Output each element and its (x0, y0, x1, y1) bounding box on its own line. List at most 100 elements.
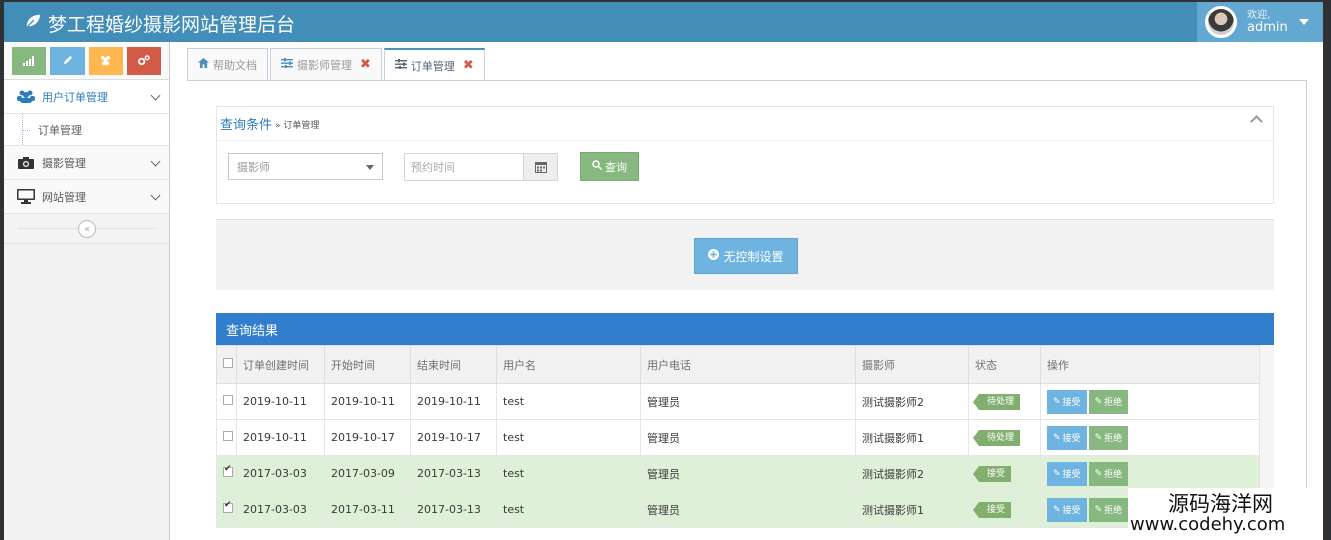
table-row[interactable]: 2017-03-032017-03-092017-03-13test管理员测试摄… (216, 455, 1260, 492)
end-cell: 2019-10-17 (410, 419, 497, 456)
brand-title: 梦工程婚纱摄影网站管理后台 (48, 14, 296, 36)
reject-label: 拒绝 (1104, 506, 1123, 516)
search-button[interactable]: 查询 (580, 152, 639, 181)
accept-label: 接受 (1062, 398, 1081, 408)
results-title: 查询结果 (216, 313, 1274, 345)
column-header: 操作 (1040, 345, 1260, 384)
table-row[interactable]: 2019-10-11 2019-10-17 2019-10-17 test 管理员 测试摄… (216, 419, 1260, 456)
search-button-label: 查询 (605, 160, 627, 174)
sidebar-item-website[interactable]: 网站管理 (4, 180, 169, 214)
sidebar-item-photography[interactable]: 摄影管理 (4, 146, 169, 180)
sidebar-item-label: 用户订单管理 (42, 90, 108, 104)
signal-icon[interactable] (12, 46, 47, 75)
sidebar-item-user-orders[interactable]: 用户订单管理 (4, 80, 169, 114)
sidebar-collapse-bar: « (4, 214, 169, 244)
camera-icon (16, 156, 36, 169)
leaf-icon (24, 12, 42, 35)
row-select-cell[interactable] (216, 383, 237, 420)
watermark-url: www.codehy.com (1130, 514, 1286, 535)
brand[interactable]: 梦工程婚纱摄影网站管理后台 (24, 10, 295, 37)
user-menu[interactable]: 欢迎, admin (1197, 2, 1323, 42)
photographer-cell: 测试摄影师1 (855, 491, 969, 528)
actions-cell: ✎ 接受 ✎ 拒绝 (1040, 383, 1260, 420)
row-select-cell[interactable] (216, 491, 237, 528)
column-header[interactable]: 结束时间 (410, 345, 497, 384)
created-cell: 2017-03-03 (236, 455, 325, 492)
start-cell: 2017-03-09 (324, 455, 411, 492)
close-icon[interactable]: ✖ (360, 57, 371, 72)
status-badge: 待处理 (972, 393, 1021, 410)
chevron-down-icon (150, 156, 161, 167)
sidebar-subitem-order-management[interactable]: 订单管理 (4, 114, 169, 146)
results-panel: 查询结果 订单创建时间 开始时间 结束时间 用户名 用户电话 摄影师 状态 操作… (216, 313, 1274, 540)
cogs-icon[interactable] (126, 46, 161, 75)
query-header: 查询条件 » 订单管理 (217, 107, 1273, 141)
photographer-select-placeholder: 摄影师 (237, 160, 270, 174)
query-panel: 查询条件 » 订单管理 摄影师 预约时间 查询 (216, 106, 1274, 204)
reject-label: 拒绝 (1104, 398, 1123, 408)
welcome-text: 欢迎, (1247, 10, 1271, 21)
accept-button[interactable]: ✎ 接受 (1047, 389, 1087, 414)
reject-button[interactable]: ✎ 拒绝 (1088, 425, 1129, 450)
reject-button[interactable]: ✎ 拒绝 (1088, 461, 1129, 486)
edit-icon: ✎ (1094, 468, 1103, 479)
phone-cell: 管理员 (640, 419, 856, 456)
user-name: admin (1247, 20, 1288, 35)
column-header[interactable]: 用户名 (496, 345, 641, 384)
no-action-button[interactable]: 无控制设置 (694, 238, 798, 274)
column-header[interactable]: 订单创建时间 (236, 345, 325, 384)
accept-button[interactable]: ✎ 接受 (1047, 497, 1087, 522)
row-select-cell[interactable] (216, 455, 237, 492)
column-header[interactable]: 摄影师 (855, 345, 969, 384)
tab-order-management[interactable]: 订单管理 ✖ (383, 48, 485, 81)
tab-label: 订单管理 (410, 59, 455, 73)
sidebar-item-label: 摄影管理 (42, 156, 86, 170)
tab-divider (187, 80, 1307, 81)
sidebar-item-label: 网站管理 (42, 190, 86, 204)
row-select-cell[interactable] (216, 419, 237, 456)
edit-icon: ✎ (1094, 432, 1103, 443)
table-row[interactable]: 2017-03-032017-03-112017-03-13test管理员测试摄… (216, 491, 1260, 528)
app-window: 梦工程婚纱摄影网站管理后台 欢迎, admin 用户订单管理 订单管理 摄影管理… (4, 2, 1323, 540)
avatar (1205, 6, 1237, 38)
status-badge: 接受 (972, 501, 1012, 518)
reject-button[interactable]: ✎ 拒绝 (1088, 497, 1129, 522)
accept-button[interactable]: ✎ 接受 (1047, 425, 1087, 450)
sliders-icon (281, 58, 293, 71)
column-header[interactable]: 用户电话 (640, 345, 856, 384)
double-chevron-left-icon[interactable]: « (78, 220, 96, 238)
column-header[interactable]: 开始时间 (324, 345, 411, 384)
user-cell: test (496, 383, 641, 420)
select-all-cell[interactable] (216, 345, 237, 384)
accept-label: 接受 (1062, 506, 1081, 516)
date-input[interactable]: 预约时间 (404, 153, 524, 181)
phone-cell: 管理员 (640, 383, 856, 420)
row-checkbox[interactable] (223, 395, 233, 405)
created-cell: 2019-10-11 (236, 383, 325, 420)
panel-border (1306, 80, 1307, 540)
edit-icon: ✎ (1094, 504, 1103, 515)
query-title: 查询条件 (220, 118, 273, 133)
chevron-down-icon (150, 190, 161, 201)
row-checkbox[interactable] (223, 464, 233, 477)
reject-button[interactable]: ✎ 拒绝 (1088, 389, 1129, 414)
actions-cell: ✎ 接受 ✎ 拒绝 (1040, 419, 1260, 456)
users-icon[interactable] (88, 46, 123, 75)
select-all-checkbox[interactable] (223, 358, 233, 368)
column-header[interactable]: 状态 (968, 345, 1041, 384)
row-checkbox[interactable] (223, 431, 233, 441)
photographer-select[interactable]: 摄影师 (228, 153, 383, 180)
close-icon[interactable]: ✖ (463, 58, 474, 73)
row-checkbox[interactable] (223, 500, 233, 513)
end-cell: 2017-03-13 (410, 491, 497, 528)
pencil-icon[interactable] (50, 46, 85, 75)
tab-photographer-management[interactable]: 摄影师管理 ✖ (270, 48, 382, 80)
user-cell: test (496, 491, 641, 528)
watermark: 源码海洋网 www.codehy.com (1128, 488, 1323, 540)
tab-help[interactable]: 帮助文档 (187, 48, 268, 80)
sidebar: 用户订单管理 订单管理 摄影管理 网站管理 « (4, 42, 170, 540)
calendar-icon[interactable] (523, 153, 558, 181)
table-row[interactable]: 2019-10-11 2019-10-11 2019-10-11 test 管理员 测试摄… (216, 383, 1260, 420)
accept-button[interactable]: ✎ 接受 (1047, 461, 1087, 486)
reject-label: 拒绝 (1104, 470, 1123, 480)
